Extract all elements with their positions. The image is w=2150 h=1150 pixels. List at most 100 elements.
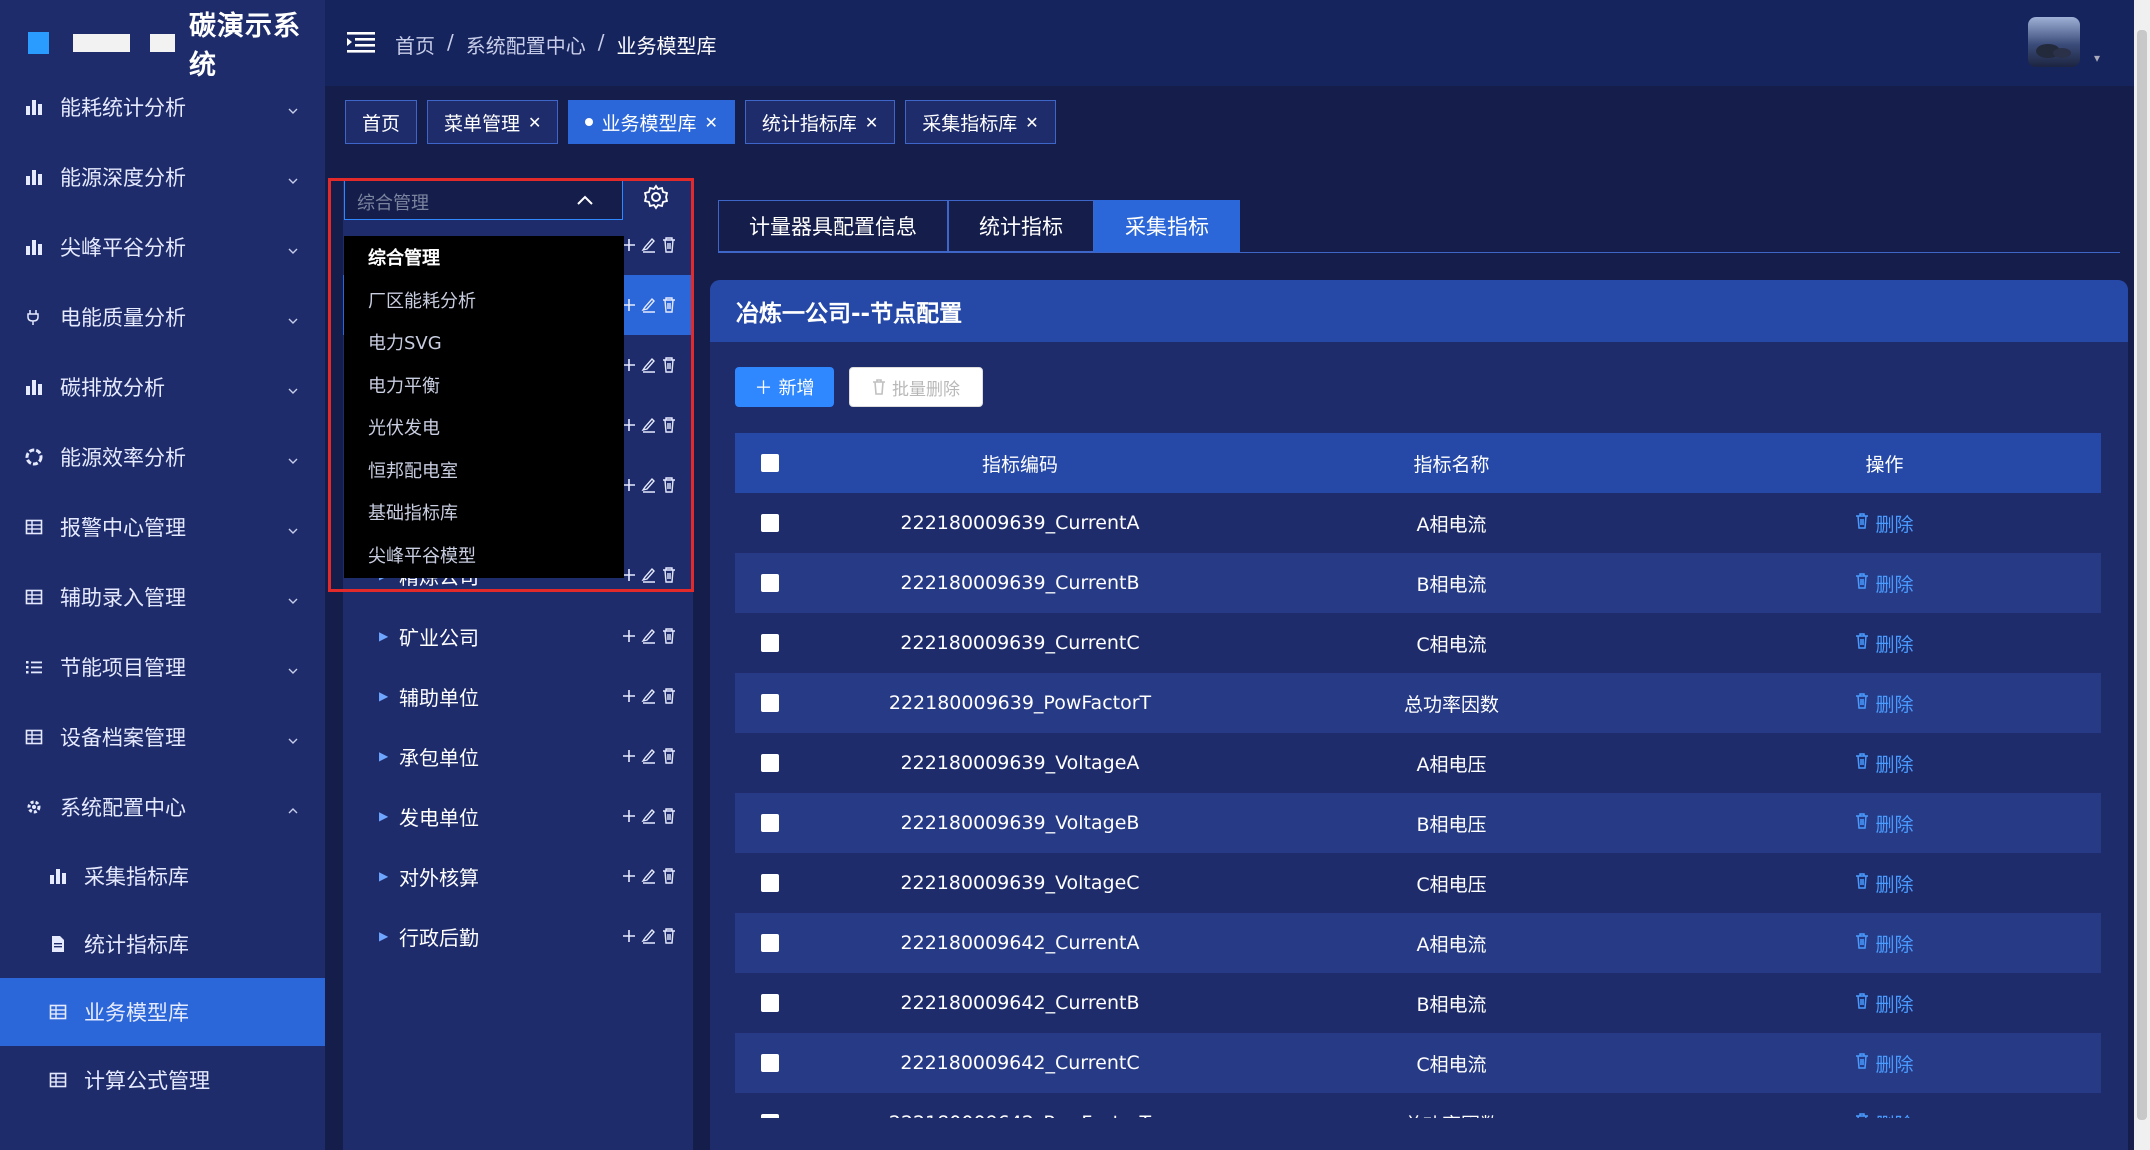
trash-icon <box>1855 812 1869 834</box>
row-checkbox[interactable] <box>761 694 779 712</box>
row-checkbox[interactable] <box>761 934 779 952</box>
logo-redacted-2 <box>149 34 175 52</box>
tree-node-actions[interactable] <box>621 747 679 765</box>
sidebar-item[interactable]: 电能质量分析 <box>0 282 325 352</box>
select-all-checkbox[interactable] <box>761 454 779 472</box>
tree-node[interactable]: ▶ 辅助单位 <box>343 666 693 726</box>
caret-right-icon[interactable]: ▶ <box>379 689 388 703</box>
row-checkbox[interactable] <box>761 574 779 592</box>
sidebar-subitem-label: 统计指标库 <box>84 933 189 957</box>
tab[interactable]: 菜单管理 ✕ <box>427 100 559 144</box>
tree-node[interactable]: ▶ 对外核算 <box>343 846 693 906</box>
caret-right-icon[interactable]: ▶ <box>379 869 388 883</box>
page-scrollbar[interactable] <box>2134 0 2150 1150</box>
row-delete-button[interactable]: 删除 <box>1668 1050 2101 1077</box>
tree-node-actions[interactable] <box>621 927 679 945</box>
tab[interactable]: 业务模型库 ✕ <box>568 100 735 144</box>
sidebar-item[interactable]: 尖峰平谷分析 <box>0 212 325 282</box>
row-delete-button[interactable]: 删除 <box>1668 750 2101 777</box>
tree-node[interactable]: ▶ 发电单位 <box>343 786 693 846</box>
sidebar-item[interactable]: 能源效率分析 <box>0 422 325 492</box>
caret-right-icon[interactable]: ▶ <box>379 929 388 943</box>
user-avatar[interactable] <box>2028 17 2080 67</box>
close-icon[interactable]: ✕ <box>865 113 878 132</box>
avatar-caret-icon[interactable]: ▾ <box>2094 51 2100 65</box>
grid-icon <box>24 727 44 747</box>
cell-name: A相电流 <box>1416 513 1487 536</box>
row-checkbox[interactable] <box>761 874 779 892</box>
close-icon[interactable]: ✕ <box>1025 113 1038 132</box>
tree-node-label: 矿业公司 <box>399 625 479 650</box>
row-delete-button[interactable]: 删除 <box>1668 870 2101 897</box>
cell-name: B相电流 <box>1416 573 1487 596</box>
sidebar-item-label: 能耗统计分析 <box>60 96 186 120</box>
sidebar-subitem[interactable]: 统计指标库 <box>0 910 325 978</box>
sidebar-item[interactable]: 系统配置中心 <box>0 772 325 842</box>
sidebar-item[interactable]: 报警中心管理 <box>0 492 325 562</box>
add-button[interactable]: ＋ 新增 <box>735 367 834 407</box>
sidebar-subitem[interactable]: 采集指标库 <box>0 842 325 910</box>
table-row: 222180009639_VoltageB B相电压 删除 <box>735 793 2101 853</box>
chevron-up-icon <box>287 798 299 814</box>
tree-node-actions[interactable] <box>621 627 679 645</box>
sidebar-item[interactable]: 设备档案管理 <box>0 702 325 772</box>
sidebar-item[interactable]: 能源深度分析 <box>0 142 325 212</box>
row-delete-button[interactable]: 删除 <box>1668 810 2101 837</box>
row-checkbox[interactable] <box>761 1054 779 1072</box>
detail-tabs: 计量器具配置信息 统计指标 采集指标 <box>718 200 1240 252</box>
page-tabs: 首页 菜单管理 ✕ 业务模型库 ✕ 统计指标库 ✕ 采集指标库 ✕ <box>345 100 1056 144</box>
chevron-down-icon <box>287 378 299 394</box>
row-checkbox[interactable] <box>761 814 779 832</box>
sidebar-item[interactable]: 节能项目管理 <box>0 632 325 702</box>
tab[interactable]: 采集指标库 ✕ <box>905 100 1056 144</box>
tree-node-label: 辅助单位 <box>399 685 479 710</box>
close-icon[interactable]: ✕ <box>528 113 541 132</box>
sidebar-subitem-label: 业务模型库 <box>84 1001 189 1025</box>
detail-tab[interactable]: 采集指标 <box>1094 200 1240 252</box>
caret-right-icon[interactable]: ▶ <box>379 809 388 823</box>
tree-node[interactable]: ▶ 承包单位 <box>343 726 693 786</box>
row-delete-button[interactable]: 删除 <box>1668 630 2101 657</box>
sidebar-item[interactable]: 碳排放分析 <box>0 352 325 422</box>
tree-node-actions[interactable] <box>621 807 679 825</box>
column-header-name: 指标名称 <box>1413 453 1490 476</box>
row-delete-button[interactable]: 删除 <box>1668 690 2101 717</box>
row-checkbox[interactable] <box>761 754 779 772</box>
breadcrumb-home[interactable]: 首页 <box>395 30 435 59</box>
caret-right-icon[interactable]: ▶ <box>379 749 388 763</box>
collapse-menu-icon[interactable] <box>347 30 375 54</box>
sidebar-subitem[interactable]: 计算公式管理 <box>0 1046 325 1114</box>
row-delete-label: 删除 <box>1875 993 1914 1016</box>
row-delete-button[interactable]: 删除 <box>1668 570 2101 597</box>
highlight-box <box>328 178 694 592</box>
caret-right-icon[interactable]: ▶ <box>379 629 388 643</box>
row-delete-label: 删除 <box>1875 573 1914 596</box>
row-checkbox[interactable] <box>761 514 779 532</box>
batch-delete-button[interactable]: 批量删除 <box>849 367 983 407</box>
tab[interactable]: 首页 <box>345 100 418 144</box>
tab[interactable]: 统计指标库 ✕ <box>744 100 896 144</box>
trash-icon <box>1855 992 1869 1014</box>
tree-node[interactable]: ▶ 行政后勤 <box>343 906 693 966</box>
close-icon[interactable]: ✕ <box>704 113 717 132</box>
tabs-divider <box>718 252 2120 253</box>
scrollbar-thumb[interactable] <box>2137 30 2147 1120</box>
trash-icon <box>1855 692 1869 714</box>
batch-delete-label: 批量删除 <box>892 379 960 400</box>
sidebar-item[interactable]: 辅助录入管理 <box>0 562 325 632</box>
tree-node[interactable]: ▶ 矿业公司 <box>343 606 693 666</box>
tree-node-actions[interactable] <box>621 687 679 705</box>
row-checkbox[interactable] <box>761 994 779 1012</box>
sidebar-subitem[interactable]: 业务模型库 <box>0 978 325 1046</box>
detail-tab[interactable]: 统计指标 <box>948 200 1094 252</box>
sidebar-item[interactable]: 能耗统计分析 <box>0 72 325 142</box>
document-icon <box>48 934 68 954</box>
detail-tab[interactable]: 计量器具配置信息 <box>718 200 948 252</box>
add-button-label: 新增 <box>778 378 815 399</box>
row-delete-button[interactable]: 删除 <box>1668 990 2101 1017</box>
row-delete-button[interactable]: 删除 <box>1668 930 2101 957</box>
row-checkbox[interactable] <box>761 634 779 652</box>
row-delete-button[interactable]: 删除 <box>1668 510 2101 537</box>
tree-node-actions[interactable] <box>621 867 679 885</box>
tab-label: 业务模型库 <box>601 112 697 135</box>
